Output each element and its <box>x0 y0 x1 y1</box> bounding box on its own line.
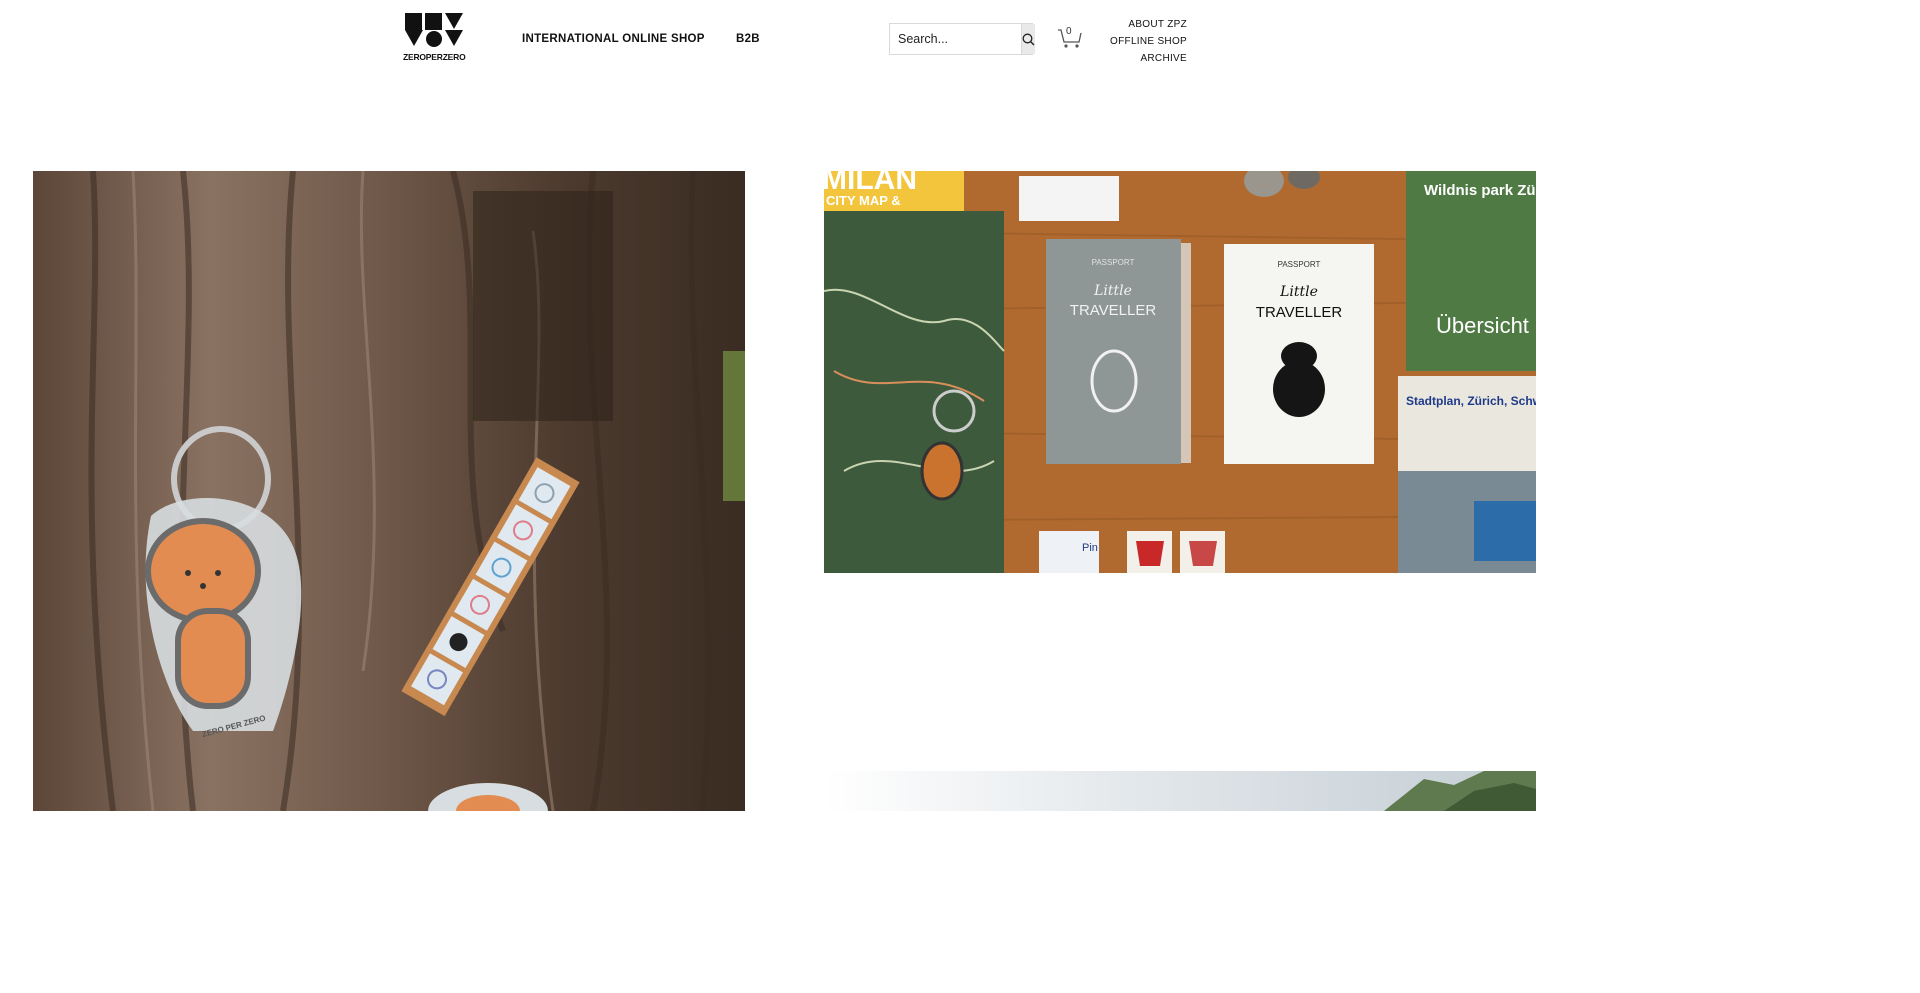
gallery-tile-landscape[interactable] <box>824 771 1536 811</box>
search-icon <box>1022 33 1035 45</box>
passport-2-label: PASSPORT <box>1278 260 1321 269</box>
cart-count: 0 <box>1066 26 1072 37</box>
stadtplan-title: Stadtplan, Zürich, Schweiz. <box>1406 394 1536 408</box>
search-input[interactable] <box>890 24 1021 54</box>
milan-map-subtitle: CITY MAP & <box>826 193 901 208</box>
little-traveller-passports-photo: MILAN CITY MAP & PASSPORT Little TRAVELL… <box>824 171 1536 573</box>
pin-label: Pin <box>1082 542 1098 554</box>
uebersicht-title: Übersicht <box>1436 313 1529 338</box>
cart-button[interactable]: 0 <box>1057 24 1083 50</box>
menu-about-zpz[interactable]: ABOUT ZPZ <box>1105 16 1187 33</box>
search-button[interactable] <box>1021 24 1035 54</box>
gallery-tile-keychain[interactable]: ZERO PER ZERO <box>33 171 745 811</box>
nav-international-online-shop[interactable]: INTERNATIONAL ONLINE SHOP <box>522 33 705 45</box>
nav-b2b[interactable]: B2B <box>736 33 760 45</box>
menu-archive[interactable]: ARCHIVE <box>1105 50 1187 67</box>
passport-2-traveller: TRAVELLER <box>1256 304 1343 321</box>
passport-2-little: Little <box>1279 284 1318 300</box>
logo-wordmark: ZEROPERZERO <box>403 52 466 62</box>
search-box <box>889 23 1035 55</box>
gallery-tile-passports[interactable]: MILAN CITY MAP & PASSPORT Little TRAVELL… <box>824 171 1536 573</box>
site-logo[interactable]: ZEROPERZERO <box>403 12 466 62</box>
secondary-menu: ABOUT ZPZ OFFLINE SHOP ARCHIVE <box>1105 16 1187 67</box>
passport-1-little: Little <box>1093 283 1132 299</box>
passport-1-label: PASSPORT <box>1092 258 1135 267</box>
wildnispark-title: Wildnis park Zürich <box>1424 182 1536 199</box>
menu-offline-shop[interactable]: OFFLINE SHOP <box>1105 33 1187 50</box>
mountain-landscape-photo <box>824 771 1536 811</box>
passport-1-traveller: TRAVELLER <box>1070 302 1157 319</box>
zpz-logo-icon <box>405 13 463 47</box>
poodle-keychain-photo: ZERO PER ZERO <box>33 171 745 811</box>
